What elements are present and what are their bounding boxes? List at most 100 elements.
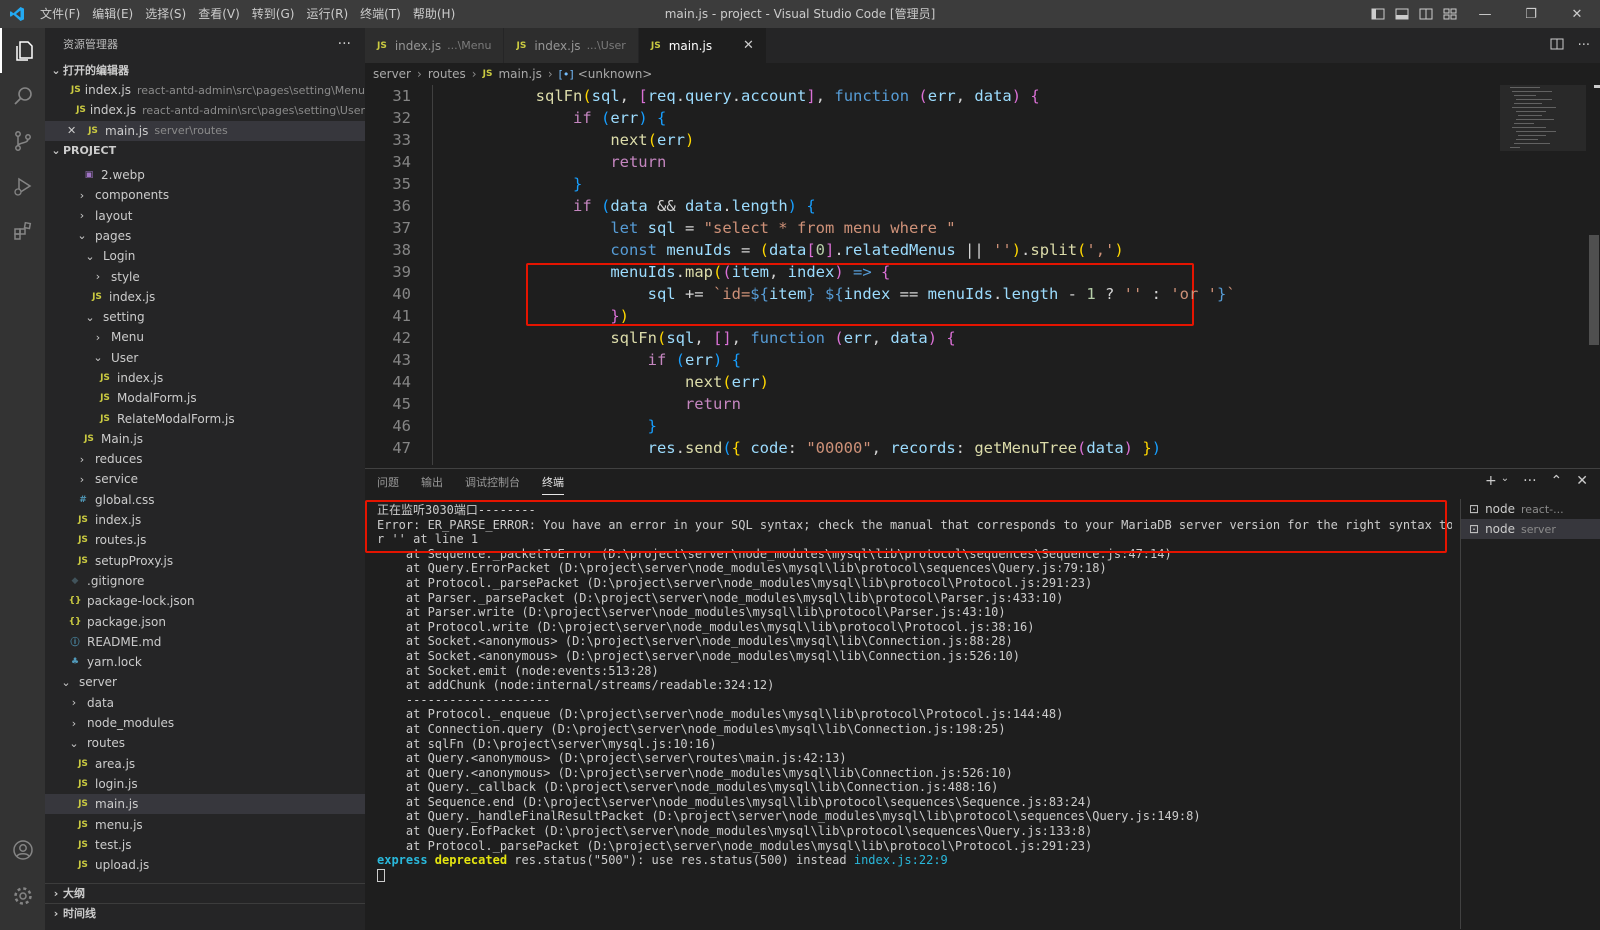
file-item[interactable]: JS Main.js	[45, 429, 365, 449]
open-editors-header[interactable]: ⌄ 打开的编辑器	[45, 60, 365, 80]
panel-tab[interactable]: 终端	[542, 470, 564, 495]
toggle-panel-icon[interactable]	[1390, 0, 1414, 28]
panel-tab[interactable]: 输出	[421, 470, 443, 494]
more-actions-icon[interactable]: ···	[338, 36, 351, 52]
file-item[interactable]: JS menu.js	[45, 814, 365, 834]
folder-item[interactable]: › style	[45, 266, 365, 286]
file-item[interactable]: JS index.js	[45, 287, 365, 307]
run-debug-icon[interactable]	[0, 163, 45, 208]
menu-item[interactable]: 编辑(E)	[86, 0, 139, 28]
file-item[interactable]: ▣ 2.webp	[45, 165, 365, 185]
timeline-header[interactable]: › 时间线	[45, 902, 365, 923]
breadcrumb-symbol[interactable]: <unknown>	[578, 67, 653, 81]
tree-item-label: Main.js	[101, 431, 144, 446]
js-file-icon: JS	[377, 40, 387, 51]
breadcrumb-file[interactable]: main.js	[498, 67, 541, 81]
menu-item[interactable]: 查看(V)	[192, 0, 246, 28]
breadcrumb-routes[interactable]: routes	[428, 67, 466, 81]
restore-button[interactable]: ❐	[1508, 0, 1554, 28]
file-item[interactable]: JS ModalForm.js	[45, 388, 365, 408]
minimize-button[interactable]: —	[1462, 0, 1508, 28]
deprecated-location-link[interactable]: index.js:22:9	[854, 853, 948, 867]
file-item[interactable]: ⓘ README.md	[45, 632, 365, 652]
terminal-instance[interactable]: ⊡ node server	[1461, 519, 1600, 539]
file-item[interactable]: JS index.js	[45, 368, 365, 388]
folder-item[interactable]: › Menu	[45, 327, 365, 347]
close-panel-icon[interactable]: ✕	[1576, 473, 1588, 489]
menu-item[interactable]: 帮助(H)	[407, 0, 461, 28]
folder-item[interactable]: ⌄ User	[45, 348, 365, 368]
file-item[interactable]: JS login.js	[45, 774, 365, 794]
folder-item[interactable]: › layout	[45, 205, 365, 225]
close-window-button[interactable]: ✕	[1554, 0, 1600, 28]
editor-more-actions-icon[interactable]: ···	[1578, 38, 1590, 53]
file-item[interactable]: {} package.json	[45, 611, 365, 631]
js-file-icon: JS	[100, 413, 110, 424]
tab-main-js[interactable]: JS main.js ✕	[638, 28, 767, 63]
terminal-dropdown-icon[interactable]: ⌄	[1501, 473, 1509, 489]
folder-item[interactable]: ⌄ setting	[45, 307, 365, 327]
file-item[interactable]: JS routes.js	[45, 530, 365, 550]
folder-item[interactable]: ⌄ pages	[45, 226, 365, 246]
file-item[interactable]: ♣ yarn.lock	[45, 652, 365, 672]
panel-tab[interactable]: 调试控制台	[465, 470, 520, 494]
outline-header[interactable]: › 大纲	[45, 882, 365, 903]
js-file-icon: JS	[516, 40, 527, 51]
menu-item[interactable]: 转到(G)	[246, 0, 301, 28]
chevron-down-icon: ⌄	[61, 675, 71, 689]
menu-item[interactable]: 文件(F)	[34, 0, 86, 28]
file-item[interactable]: JS index.js	[45, 510, 365, 530]
tab-index-js[interactable]: JS index.js ...\Menu	[365, 28, 505, 63]
breadcrumb-server[interactable]: server	[373, 67, 411, 81]
editor-scrollbar[interactable]	[1586, 85, 1600, 465]
menu-item[interactable]: 运行(R)	[300, 0, 354, 28]
file-item[interactable]: JS test.js	[45, 835, 365, 855]
file-item[interactable]: JS upload.js	[45, 855, 365, 875]
open-editor-item[interactable]: JS index.js react-antd-admin\src\pages\set…	[45, 80, 365, 100]
terminal-instance[interactable]: ⊡ node react-...	[1461, 499, 1600, 519]
terminal-line: at Query.EofPacket (D:\project\server\no…	[377, 824, 1093, 839]
split-editor-icon[interactable]	[1550, 37, 1564, 55]
terminal-output[interactable]: 正在监听3030端口-------- Error: ER_PARSE_ERROR:…	[365, 500, 1452, 923]
close-tab-icon[interactable]: ✕	[715, 38, 754, 53]
menu-item[interactable]: 选择(S)	[139, 0, 192, 28]
folder-item[interactable]: ⌄ server	[45, 672, 365, 692]
toggle-primary-sidebar-icon[interactable]	[1366, 0, 1390, 28]
file-item[interactable]: # global.css	[45, 490, 365, 510]
extensions-icon[interactable]	[0, 208, 45, 253]
project-header[interactable]: ⌄ PROJECT	[45, 141, 365, 161]
tab-index-js[interactable]: JS index.js ...\User	[504, 28, 639, 63]
file-name: index.js	[84, 83, 131, 98]
new-terminal-icon[interactable]: +	[1485, 473, 1497, 489]
menu-item[interactable]: 终端(T)	[354, 0, 407, 28]
file-item[interactable]: JS area.js	[45, 754, 365, 774]
customize-layout-icon[interactable]	[1438, 0, 1462, 28]
folder-item[interactable]: ⌄ Login	[45, 246, 365, 266]
tree-item-label: area.js	[95, 756, 136, 771]
explorer-icon[interactable]	[0, 28, 45, 73]
folder-item[interactable]: ⌄ routes	[45, 733, 365, 753]
panel-more-actions-icon[interactable]: ···	[1523, 473, 1536, 489]
file-item[interactable]: ◆ .gitignore	[45, 571, 365, 591]
folder-item[interactable]: › components	[45, 185, 365, 205]
file-item[interactable]: JS main.js	[45, 794, 365, 815]
search-icon[interactable]	[0, 73, 45, 118]
file-item[interactable]: JS RelateModalForm.js	[45, 408, 365, 428]
code-editor[interactable]: 31 sqlFn(sql, [req.query.account], funct…	[365, 85, 1500, 465]
close-icon[interactable]: ✕	[67, 124, 85, 137]
folder-item[interactable]: › service	[45, 469, 365, 489]
folder-item[interactable]: › reduces	[45, 449, 365, 469]
open-editor-item[interactable]: ✕ JS main.js server\routes	[45, 120, 365, 141]
panel-tab[interactable]: 问题	[377, 470, 399, 494]
folder-item[interactable]: › node_modules	[45, 713, 365, 733]
manage-gear-icon[interactable]	[0, 873, 45, 918]
file-item[interactable]: JS setupProxy.js	[45, 551, 365, 571]
minimap[interactable]	[1500, 85, 1586, 465]
open-editor-item[interactable]: JS index.js react-antd-admin\src\pages\set…	[45, 100, 365, 120]
file-item[interactable]: {} package-lock.json	[45, 591, 365, 611]
maximize-panel-icon[interactable]: ⌃	[1551, 473, 1563, 489]
source-control-icon[interactable]	[0, 118, 45, 163]
accounts-icon[interactable]	[0, 827, 45, 872]
toggle-secondary-sidebar-icon[interactable]	[1414, 0, 1438, 28]
folder-item[interactable]: › data	[45, 693, 365, 713]
